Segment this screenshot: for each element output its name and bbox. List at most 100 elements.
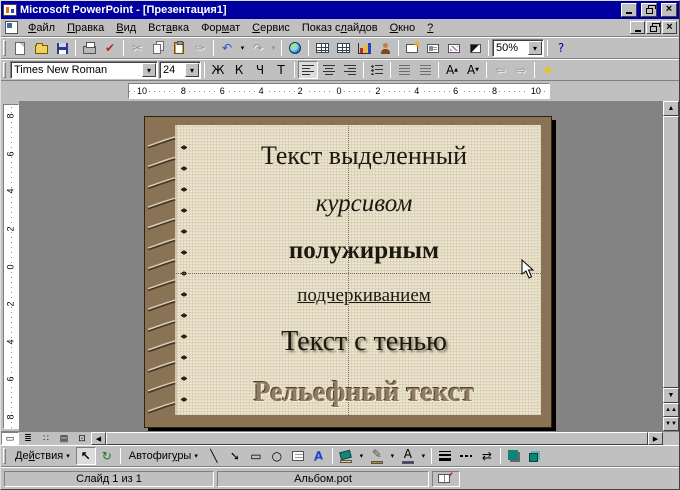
spelling-status-panel[interactable]: ✓ xyxy=(432,471,460,487)
new-document-button[interactable] xyxy=(10,39,30,57)
scroll-left-button[interactable]: ◀ xyxy=(91,432,106,445)
font-dropdown-arrow-icon[interactable]: ▾ xyxy=(142,63,156,77)
web-toolbar-button[interactable] xyxy=(285,39,305,57)
dash-style-button[interactable] xyxy=(456,447,476,465)
text-placeholder[interactable]: Текст выделенный курсивом полужирным подчер… xyxy=(191,141,537,409)
slide-show-button[interactable]: ⊡ xyxy=(73,432,91,445)
animation-effects-button[interactable]: ★ xyxy=(538,61,558,79)
vertical-scrollbar[interactable]: ▲ ▼ ▲▲ ▼▼ xyxy=(663,101,679,431)
scroll-right-button[interactable]: ▶ xyxy=(648,432,663,445)
line-button[interactable]: ╲ xyxy=(204,447,224,465)
oval-button[interactable]: ○ xyxy=(267,447,287,465)
font-color-dropdown-button[interactable]: ▾ xyxy=(419,447,428,465)
menu-view[interactable]: Вид xyxy=(110,21,142,35)
slide-text-line-3[interactable]: полужирным xyxy=(289,237,439,265)
draw-menu-button[interactable]: Действия▾ xyxy=(10,447,75,465)
document-icon[interactable] xyxy=(5,21,18,34)
undo-dropdown-button[interactable]: ▾ xyxy=(238,39,247,57)
decrease-font-size-button[interactable]: A xyxy=(463,61,483,79)
document-restore-button[interactable] xyxy=(646,21,661,34)
powerpoint-app-icon[interactable] xyxy=(3,4,17,16)
font-color-button[interactable]: А xyxy=(398,447,418,465)
menu-help[interactable]: ? xyxy=(421,21,439,35)
line-color-button[interactable]: ✎ xyxy=(367,447,387,465)
scroll-up-button[interactable]: ▲ xyxy=(663,101,679,116)
new-slide-button[interactable] xyxy=(402,39,422,57)
align-left-button[interactable] xyxy=(298,61,318,79)
paste-button[interactable] xyxy=(169,39,189,57)
document-close-button[interactable]: × xyxy=(662,21,677,34)
select-objects-button[interactable]: ↖ xyxy=(76,447,96,465)
menu-file[interactable]: Файл xyxy=(22,21,61,35)
3d-button[interactable] xyxy=(525,447,545,465)
slide-text-line-1[interactable]: Текст выделенный xyxy=(261,141,467,171)
menu-format[interactable]: Формат xyxy=(195,21,246,35)
outline-view-button[interactable]: ≣ xyxy=(19,432,37,445)
undo-button[interactable]: ↶ xyxy=(217,39,237,57)
apply-design-button[interactable] xyxy=(444,39,464,57)
slide-text-line-2[interactable]: курсивом xyxy=(316,190,413,218)
next-slide-button[interactable]: ▼▼ xyxy=(663,417,679,431)
rectangle-button[interactable]: ▭ xyxy=(246,447,266,465)
shadow-button[interactable] xyxy=(504,447,524,465)
fill-color-button[interactable] xyxy=(336,447,356,465)
insert-clipart-button[interactable] xyxy=(375,39,395,57)
menu-tools[interactable]: Сервис xyxy=(246,21,296,35)
slide-text-line-5[interactable]: Текст с тенью xyxy=(281,326,447,358)
slide-canvas[interactable]: Текст выделенный курсивом полужирным подчер… xyxy=(19,101,663,431)
underline-button[interactable]: Ч xyxy=(250,61,270,79)
vertical-scroll-thumb[interactable] xyxy=(663,116,679,388)
bold-button[interactable]: Ж xyxy=(208,61,228,79)
arrow-style-button[interactable]: ⇄ xyxy=(477,447,497,465)
toolbar-grip[interactable] xyxy=(3,448,6,464)
menu-edit[interactable]: Правка xyxy=(61,21,110,35)
minimize-button[interactable] xyxy=(621,3,637,17)
spelling-button[interactable]: ✔ xyxy=(100,39,120,57)
help-button[interactable]: ? xyxy=(551,39,571,57)
autoshapes-menu-button[interactable]: Автофигуры▾ xyxy=(124,447,203,465)
increase-font-size-button[interactable]: A xyxy=(442,61,462,79)
slide-layout-button[interactable] xyxy=(423,39,443,57)
scroll-down-button[interactable]: ▼ xyxy=(663,388,679,403)
line-color-dropdown-button[interactable]: ▾ xyxy=(388,447,397,465)
font-size-select[interactable]: 24▾ xyxy=(159,61,201,79)
font-size-dropdown-arrow-icon[interactable]: ▾ xyxy=(185,63,199,77)
menu-window[interactable]: Окно xyxy=(384,21,422,35)
toolbar-grip[interactable] xyxy=(3,40,6,56)
text-box-button[interactable] xyxy=(288,447,308,465)
document-minimize-button[interactable] xyxy=(630,21,645,34)
italic-button[interactable]: К xyxy=(229,61,249,79)
open-button[interactable] xyxy=(31,39,51,57)
align-right-button[interactable] xyxy=(340,61,360,79)
zoom-select[interactable]: 50%▾ xyxy=(492,39,544,57)
free-rotate-button[interactable]: ↻ xyxy=(97,447,117,465)
slide-view-button[interactable]: ▭ xyxy=(1,432,19,445)
insert-excel-worksheet-button[interactable] xyxy=(333,39,353,57)
line-style-button[interactable] xyxy=(435,447,455,465)
toolbar-grip[interactable] xyxy=(3,62,6,78)
notes-page-view-button[interactable]: ▤ xyxy=(55,432,73,445)
black-and-white-view-button[interactable] xyxy=(465,39,485,57)
restore-button[interactable] xyxy=(641,3,657,17)
horizontal-scroll-thumb[interactable] xyxy=(106,432,648,445)
slide-text-line-4[interactable]: подчеркиванием xyxy=(297,285,431,307)
close-button[interactable]: × xyxy=(661,3,677,17)
arrow-button[interactable]: ➘ xyxy=(225,447,245,465)
previous-slide-button[interactable]: ▲▲ xyxy=(663,403,679,417)
save-button[interactable] xyxy=(52,39,72,57)
wordart-button[interactable]: A xyxy=(309,447,329,465)
menu-insert[interactable]: Вставка xyxy=(142,21,195,35)
font-select[interactable]: Times New Roman▾ xyxy=(10,61,158,79)
slide[interactable]: Текст выделенный курсивом полужирным подчер… xyxy=(144,116,552,428)
insert-chart-button[interactable] xyxy=(354,39,374,57)
slide-text-line-6[interactable]: Рельефный текст xyxy=(254,377,475,409)
fill-color-dropdown-button[interactable]: ▾ xyxy=(357,447,366,465)
bullets-button[interactable] xyxy=(367,61,387,79)
slide-sorter-view-button[interactable]: ∷ xyxy=(37,432,55,445)
zoom-dropdown-arrow-icon[interactable]: ▾ xyxy=(528,41,542,55)
insert-word-table-button[interactable] xyxy=(312,39,332,57)
menu-slideshow[interactable]: Показ слайдов xyxy=(296,21,384,35)
align-center-button[interactable] xyxy=(319,61,339,79)
text-shadow-button[interactable]: T xyxy=(271,61,291,79)
print-button[interactable] xyxy=(79,39,99,57)
